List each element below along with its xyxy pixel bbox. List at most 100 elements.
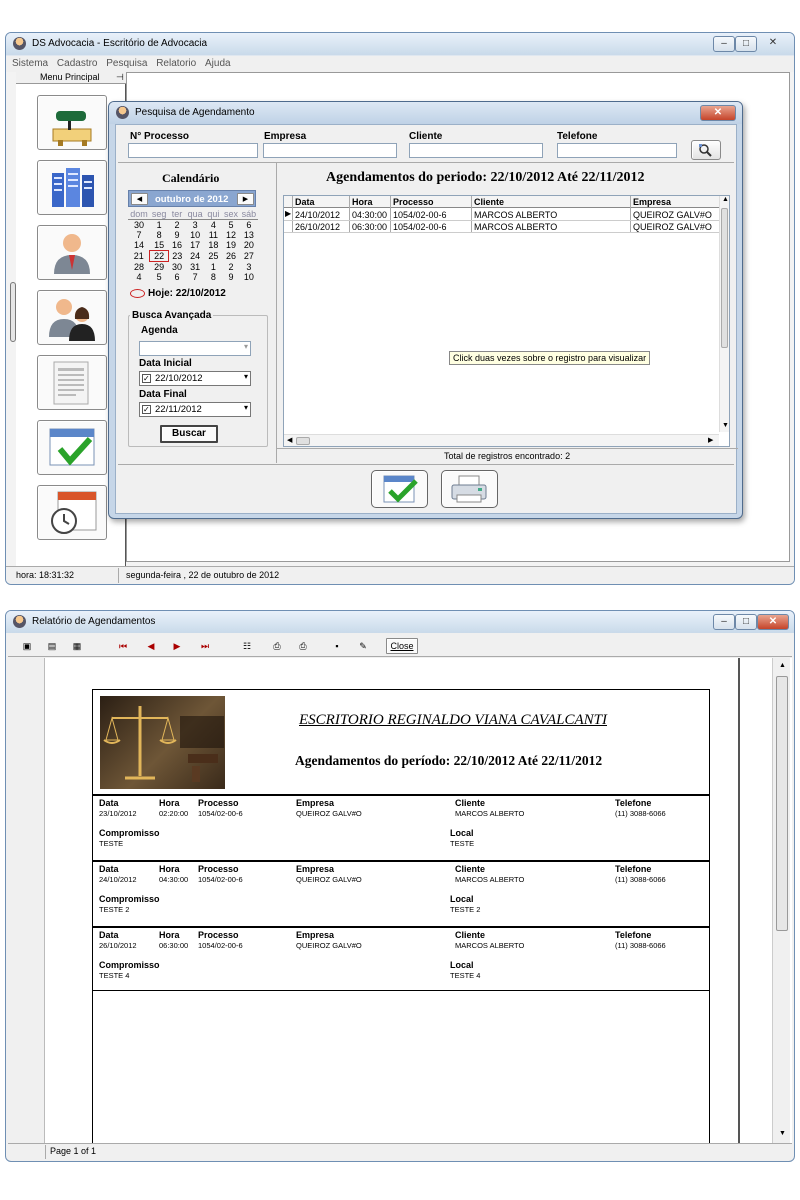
calendar-day[interactable]: 2 [222,262,240,273]
view-report-button[interactable] [371,470,428,508]
menu-sistema[interactable]: Sistema [12,56,48,72]
view-whole-page-icon[interactable]: ▣ [18,638,36,654]
calendar-day[interactable]: 1 [205,262,223,273]
cliente-input[interactable] [409,143,543,158]
calendar-day[interactable]: 11 [205,230,223,240]
empresa-input[interactable] [263,143,397,158]
view-100-icon[interactable]: ▦ [68,638,86,654]
calendar-day[interactable]: 8 [150,230,168,240]
calendar-day[interactable]: 8 [205,272,223,282]
scroll-right-icon[interactable]: ▶ [708,436,713,444]
calendar-day[interactable]: 3 [240,262,258,273]
report-vscrollbar[interactable]: ▲ ▼ [772,658,790,1143]
scroll-up-icon[interactable]: ▲ [722,196,729,203]
side-button-agenda[interactable] [37,420,107,475]
calendar-day[interactable]: 30 [128,220,150,231]
prev-page-icon[interactable]: ◀ [142,638,160,654]
grid-vscrollbar[interactable]: ▲ ▼ [719,196,729,432]
data-inicial-checkbox[interactable]: ✓ [142,374,151,383]
search-titlebar[interactable]: Pesquisa de Agendamento ✕ [109,102,742,124]
close-button[interactable]: ✕ [757,36,789,52]
menu-cadastro[interactable]: Cadastro [57,56,98,72]
print-icon[interactable]: ⎙ [294,638,312,654]
save-icon[interactable]: ▪ [328,638,346,654]
calendar-day[interactable]: 31 [186,262,205,273]
go-to-page-icon[interactable]: ☷ [238,638,256,654]
calendar-day[interactable]: 19 [222,240,240,251]
data-inicial-picker[interactable]: ✓ 22/10/2012 ▾ [139,371,251,386]
calendar-day[interactable]: 29 [150,262,168,273]
scroll-down-icon[interactable]: ▼ [722,422,729,429]
menu-ajuda[interactable]: Ajuda [205,56,231,72]
calendar-day[interactable]: 7 [186,272,205,282]
table-row[interactable]: 26/10/2012 06:30:00 1054/02-00-6 MARCOS … [284,221,719,233]
calendar-day[interactable]: 6 [240,220,258,231]
report-minimize-button[interactable]: – [713,614,735,630]
data-final-checkbox[interactable]: ✓ [142,405,151,414]
calendar-day[interactable]: 21 [128,251,150,262]
side-button-report[interactable] [37,355,107,410]
menu-pesquisa[interactable]: Pesquisa [106,56,147,72]
hscroll-thumb[interactable] [296,437,310,445]
table-row[interactable]: ▶ 24/10/2012 04:30:00 1054/02-00-6 MARCO… [284,209,719,221]
menu-relatorio[interactable]: Relatorio [156,56,196,72]
calendar-day[interactable]: 27 [240,251,258,262]
scroll-up-icon[interactable]: ▲ [779,662,786,669]
agenda-select[interactable]: ▾ [139,341,251,356]
search-close-button[interactable]: ✕ [700,105,736,121]
search-button[interactable] [691,140,721,160]
calendar-day[interactable]: 15 [150,240,168,251]
calendar-day[interactable]: 25 [205,251,223,262]
report-maximize-button[interactable]: □ [735,614,757,630]
calendar-day[interactable]: 10 [240,272,258,282]
calendar-day[interactable]: 2 [168,220,186,231]
side-button-schedule[interactable] [37,485,107,540]
view-page-width-icon[interactable]: ▤ [43,638,61,654]
report-titlebar[interactable]: Relatório de Agendamentos – □ ✕ [6,611,794,633]
results-grid[interactable]: Data Hora Processo Cliente Empresa ▶ 24/… [283,195,730,447]
telefone-input[interactable] [557,143,677,158]
calendar-day[interactable]: 13 [240,230,258,240]
calendar-prev-button[interactable]: ◀ [131,193,148,205]
last-page-icon[interactable]: ⏭ [196,638,214,654]
calendar-day[interactable]: 17 [186,240,205,251]
print-button[interactable] [441,470,498,508]
calendar-day[interactable]: 23 [168,251,186,262]
minimize-button[interactable]: – [713,36,735,52]
grid-hscrollbar[interactable]: ◀ ▶ [284,434,719,446]
calendar-day[interactable]: 1 [150,220,168,231]
main-titlebar[interactable]: DS Advocacia - Escritório de Advocacia –… [6,33,794,55]
calendar-day[interactable]: 20 [240,240,258,251]
calendar-day[interactable]: 30 [168,262,186,273]
calendar-day[interactable]: 4 [128,272,150,282]
side-button-users[interactable] [37,290,107,345]
processo-input[interactable] [128,143,258,158]
side-button-lamp[interactable] [37,95,107,150]
calendar-day[interactable]: 7 [128,230,150,240]
pin-icon[interactable]: ⊣ [116,72,124,83]
calendar-day-selected[interactable]: 22 [149,250,169,262]
report-close-button[interactable]: ✕ [757,614,789,630]
side-handle[interactable] [10,282,16,342]
scroll-thumb[interactable] [776,676,788,931]
data-final-picker[interactable]: ✓ 22/11/2012 ▾ [139,402,251,417]
scroll-thumb[interactable] [721,208,728,348]
calendar-day[interactable]: 10 [186,230,205,240]
calendar-day[interactable]: 14 [128,240,150,251]
calendar-day[interactable]: 5 [222,220,240,231]
calendar-day[interactable]: 28 [128,262,150,273]
calendar-day[interactable]: 9 [168,230,186,240]
calendar-day[interactable]: 18 [205,240,223,251]
scroll-left-icon[interactable]: ◀ [287,436,292,444]
calendar-day[interactable]: 5 [150,272,168,282]
calendar-day[interactable]: 12 [222,230,240,240]
maximize-button[interactable]: □ [735,36,757,52]
first-page-icon[interactable]: ⏮ [114,638,132,654]
calendar-day[interactable]: 4 [205,220,223,231]
calendar-next-button[interactable]: ▶ [237,193,254,205]
open-icon[interactable]: ✎ [354,638,372,654]
printer-setup-icon[interactable]: ⎙ [268,638,286,654]
calendar-day[interactable]: 9 [222,272,240,282]
calendar-day[interactable]: 6 [168,272,186,282]
calendar-day[interactable]: 24 [186,251,205,262]
